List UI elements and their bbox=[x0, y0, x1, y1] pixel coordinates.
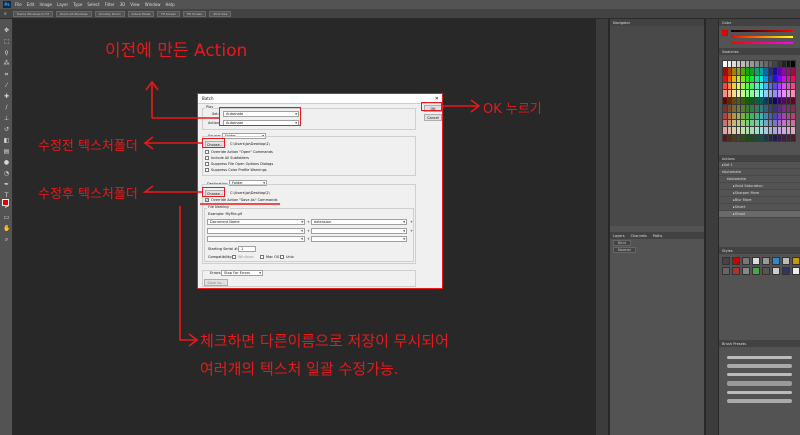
annotation-check-note-line1: 체크하면 다른이름으로 저장이 무시되어 bbox=[200, 332, 449, 350]
annotation-arrows bbox=[142, 80, 481, 347]
annotation-previous-action: 이전에 만든 Action bbox=[105, 41, 248, 61]
annotation-source-folder: 수정전 텍스처폴더 bbox=[38, 139, 138, 154]
annotation-check-note-line2: 여러개의 텍스처 일괄 수정가능. bbox=[200, 360, 399, 378]
annotation-ok: OK 누르기 bbox=[483, 102, 542, 117]
annotation-destination-folder: 수정후 텍스처폴더 bbox=[38, 187, 138, 202]
